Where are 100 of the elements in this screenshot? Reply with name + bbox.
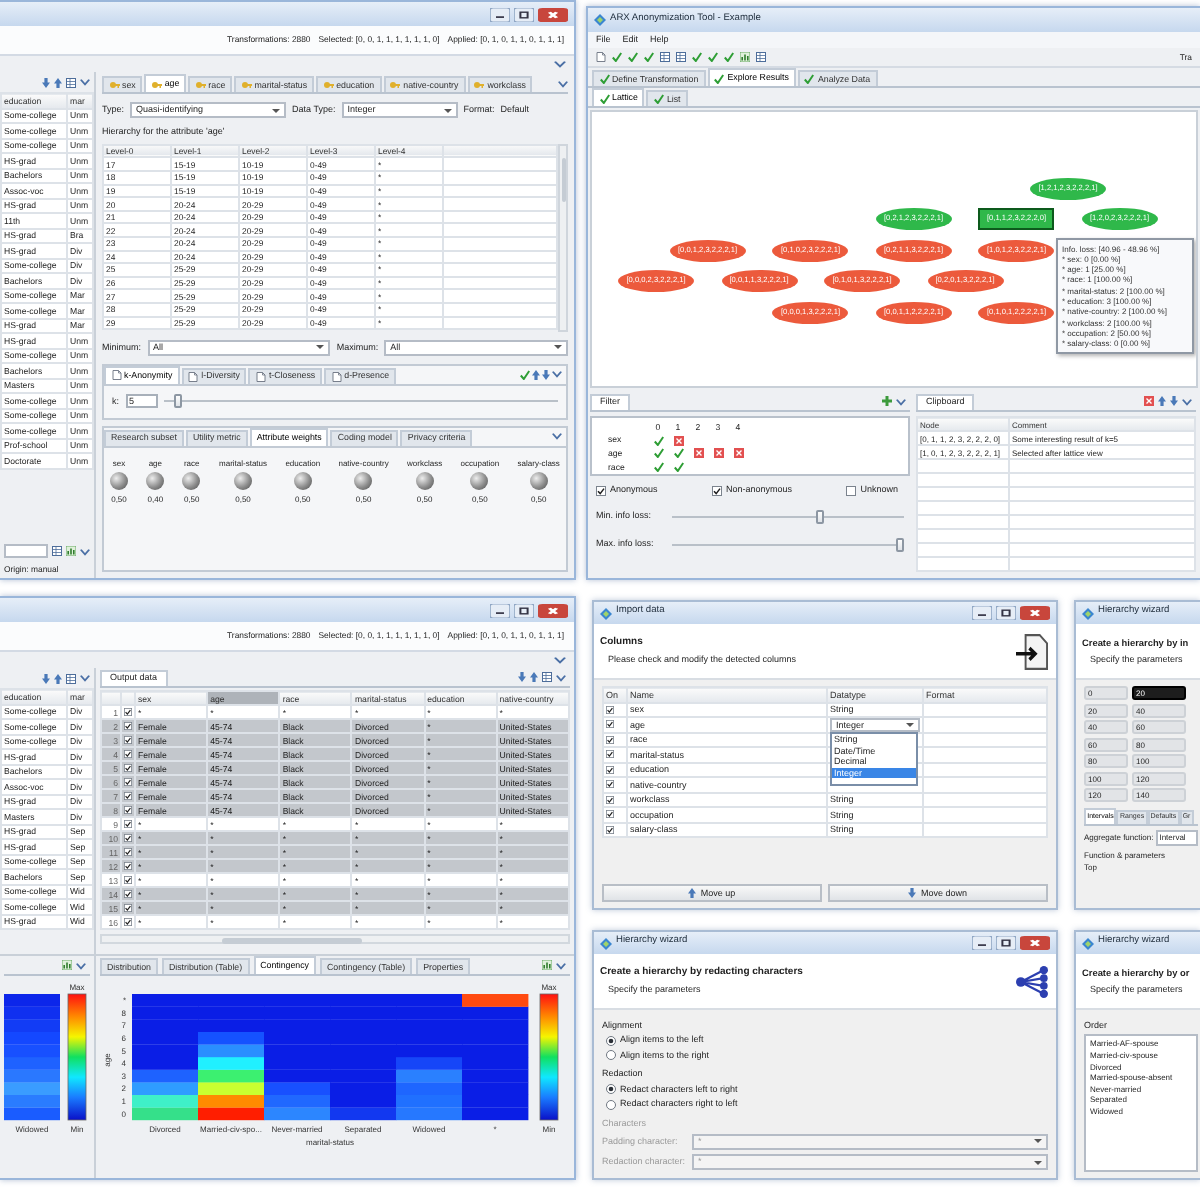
cross-icon[interactable] [1144, 396, 1154, 406]
tick-icon[interactable] [653, 435, 663, 446]
horizontal-scrollbar[interactable] [100, 934, 570, 944]
row-checkbox[interactable] [124, 834, 132, 842]
weight-knob[interactable] [470, 472, 489, 491]
tick-icon[interactable] [692, 52, 702, 62]
tick-icon[interactable] [628, 52, 638, 62]
row-checkbox[interactable] [124, 806, 132, 814]
minimize-icon[interactable] [972, 606, 992, 620]
row-checkbox[interactable] [124, 750, 132, 758]
row-checkbox[interactable] [124, 862, 132, 870]
table-icon[interactable] [52, 546, 62, 557]
vertical-scrollbar[interactable] [558, 143, 568, 332]
close-icon[interactable] [538, 603, 568, 617]
weight-knob[interactable] [354, 472, 373, 491]
minimize-icon[interactable] [972, 936, 992, 950]
chevron-icon[interactable] [1182, 397, 1192, 405]
checkbox[interactable] [846, 485, 857, 495]
arrow-up-icon[interactable] [54, 77, 62, 87]
tick-icon[interactable] [612, 52, 622, 62]
arrow-up-icon[interactable] [1158, 396, 1166, 406]
arrow-up-icon[interactable] [532, 369, 540, 380]
chevron-icon[interactable] [552, 370, 562, 379]
chart-icon[interactable] [740, 52, 750, 62]
close-icon[interactable] [538, 7, 568, 21]
minimize-icon[interactable] [490, 7, 510, 21]
plus-icon[interactable] [882, 396, 892, 406]
cross-icon[interactable] [693, 448, 703, 459]
arrow-down-icon[interactable] [1170, 396, 1178, 406]
weight-knob[interactable] [529, 472, 548, 491]
slider-thumb[interactable] [815, 509, 824, 523]
tick-icon[interactable] [644, 52, 654, 62]
row-checkbox[interactable] [606, 765, 614, 774]
row-checkbox[interactable] [606, 825, 614, 834]
maximize-icon[interactable] [514, 603, 534, 617]
row-checkbox[interactable] [124, 792, 132, 800]
row-checkbox[interactable] [606, 750, 614, 759]
tick-icon[interactable] [673, 448, 683, 459]
arrow-down-icon[interactable] [518, 672, 526, 682]
table-icon[interactable] [542, 672, 552, 682]
checkbox[interactable] [596, 485, 606, 495]
row-checkbox[interactable] [606, 735, 614, 744]
row-checkbox[interactable] [124, 890, 132, 898]
close-icon[interactable] [1020, 936, 1050, 950]
tick-icon[interactable] [520, 369, 530, 380]
chevron-icon[interactable] [552, 432, 562, 441]
chart-icon[interactable] [66, 546, 76, 557]
cross-icon[interactable] [673, 435, 683, 446]
cross-icon[interactable] [733, 448, 743, 459]
table-icon[interactable] [66, 673, 76, 683]
chevron-icon[interactable] [80, 78, 90, 86]
tick-icon[interactable] [653, 448, 663, 459]
arrow-down-icon[interactable] [42, 673, 50, 683]
row-checkbox[interactable] [606, 795, 614, 804]
minimize-icon[interactable] [490, 603, 510, 617]
row-checkbox[interactable] [124, 904, 132, 912]
row-checkbox[interactable] [606, 810, 614, 819]
row-checkbox[interactable] [606, 705, 614, 714]
close-icon[interactable] [1020, 606, 1050, 620]
row-checkbox[interactable] [124, 736, 132, 744]
input-field[interactable] [4, 544, 48, 559]
table-icon[interactable] [66, 77, 76, 87]
maximize-icon[interactable] [996, 936, 1016, 950]
chevron-icon[interactable] [558, 79, 568, 87]
tick-icon[interactable] [724, 52, 734, 62]
chart-icon[interactable] [62, 960, 72, 970]
tick-icon[interactable] [653, 462, 663, 473]
row-checkbox[interactable] [124, 778, 132, 786]
row-checkbox[interactable] [606, 780, 614, 789]
document-icon[interactable] [596, 52, 606, 62]
row-checkbox[interactable] [124, 876, 132, 884]
slider-thumb[interactable] [896, 537, 904, 551]
chevron-icon[interactable] [80, 674, 90, 682]
arrow-up-icon[interactable] [54, 673, 62, 683]
arrow-down-icon[interactable] [542, 369, 550, 380]
row-checkbox[interactable] [124, 708, 132, 716]
chevron-icon[interactable] [80, 547, 90, 556]
radio-button[interactable] [606, 1035, 616, 1046]
chevron-icon[interactable] [76, 961, 86, 969]
row-checkbox[interactable] [606, 720, 614, 729]
table-icon[interactable] [660, 52, 670, 62]
radio-button[interactable] [606, 1050, 616, 1061]
chart-icon[interactable] [542, 960, 552, 970]
table-icon[interactable] [756, 52, 766, 62]
arrow-up-icon[interactable] [530, 672, 538, 682]
cross-icon[interactable] [713, 448, 723, 459]
table-icon[interactable] [676, 52, 686, 62]
weight-knob[interactable] [234, 472, 253, 491]
radio-button[interactable] [606, 1084, 616, 1095]
slider-thumb[interactable] [174, 394, 183, 409]
row-checkbox[interactable] [124, 918, 132, 926]
tick-icon[interactable] [673, 462, 683, 473]
row-checkbox[interactable] [124, 848, 132, 856]
chevron-icon[interactable] [896, 397, 906, 405]
arrow-down-icon[interactable] [42, 77, 50, 87]
checkbox[interactable] [711, 485, 722, 495]
tick-icon[interactable] [708, 52, 718, 62]
row-checkbox[interactable] [124, 764, 132, 772]
row-checkbox[interactable] [124, 722, 132, 730]
chevron-icon[interactable] [556, 961, 566, 969]
